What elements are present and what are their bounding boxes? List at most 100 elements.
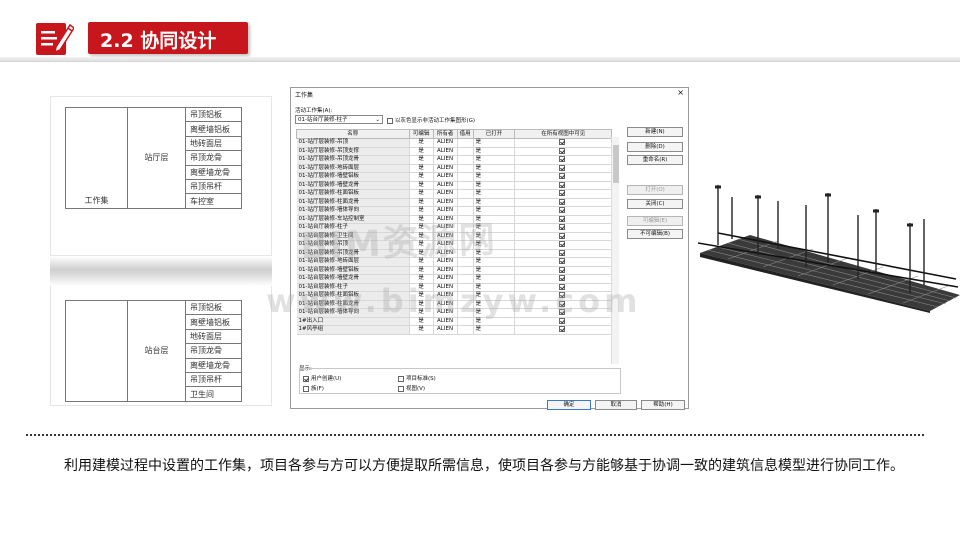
close-workset-button[interactable]: 关闭(C)	[627, 199, 683, 209]
workset-opened-cell[interactable]: 是	[473, 147, 516, 156]
workset-visible-cell[interactable]	[514, 172, 612, 182]
project-standards-checkbox[interactable]	[398, 375, 404, 382]
visible-checkbox[interactable]	[559, 139, 566, 145]
workset-opened-cell[interactable]: 是	[473, 266, 516, 275]
workset-row[interactable]: 01-站厅层装修-吊顶支撑是 ALIEN 是	[296, 147, 612, 156]
workset-row[interactable]: 01-站厅层装修-柱面龙骨是 ALIEN 是	[296, 198, 612, 207]
workset-opened-cell[interactable]: 是	[473, 164, 516, 173]
workset-row[interactable]: 01-站厅层装修-柱面铝板是 ALIEN 是	[296, 189, 612, 199]
workset-visible-cell[interactable]	[514, 155, 612, 165]
col-header-visible[interactable]: 在所有视图中可见	[514, 129, 612, 139]
project-standards-option[interactable]: 项目标准(S)	[398, 374, 436, 382]
visible-checkbox[interactable]	[559, 258, 566, 264]
visible-checkbox[interactable]	[559, 224, 566, 230]
workset-owner-cell[interactable]: ALIEN	[433, 147, 458, 156]
non-editable-button[interactable]: 不可编辑(B)	[627, 229, 683, 239]
workset-owner-cell[interactable]: ALIEN	[433, 164, 458, 173]
views-checkbox[interactable]	[398, 385, 404, 392]
workset-name-cell[interactable]: 01-站厅层装修-吊顶龙骨	[296, 155, 410, 165]
workset-visible-cell[interactable]	[514, 189, 612, 199]
workset-visible-cell[interactable]	[514, 257, 612, 267]
workset-editable-cell[interactable]: 是	[409, 189, 434, 199]
visible-checkbox[interactable]	[559, 241, 566, 247]
workset-name-cell[interactable]: 01-站厅层装修-墙壁铝板	[296, 172, 410, 182]
new-button[interactable]: 新建(N)	[627, 127, 683, 137]
grid-scrollbar[interactable]	[611, 137, 619, 364]
workset-borrowers-cell[interactable]	[457, 181, 474, 190]
visible-checkbox[interactable]	[559, 326, 566, 332]
delete-button[interactable]: 删除(D)	[627, 142, 683, 152]
help-button[interactable]: 帮助(H)	[641, 400, 685, 410]
col-header-name[interactable]: 名称	[296, 129, 410, 139]
visible-checkbox[interactable]	[559, 190, 566, 196]
workset-editable-cell[interactable]: 是	[409, 325, 434, 335]
workset-visible-cell[interactable]	[514, 240, 612, 250]
workset-borrowers-cell[interactable]	[457, 189, 474, 199]
editable-button[interactable]: 可编辑(E)	[627, 216, 683, 226]
workset-name-cell[interactable]: 01-站厅层装修-地砖面层	[296, 164, 410, 173]
workset-visible-cell[interactable]	[514, 215, 612, 224]
workset-name-cell[interactable]: 01-站厅层装修-墙壁龙骨	[296, 181, 410, 190]
workset-owner-cell[interactable]: ALIEN	[433, 138, 458, 148]
workset-name-cell[interactable]: 01-站厅层装修-柱面铝板	[296, 189, 410, 199]
col-header-editable[interactable]: 可编辑	[408, 129, 434, 139]
workset-borrowers-cell[interactable]	[457, 147, 474, 156]
workset-row[interactable]: 01-站厅层装修-吊顶龙骨是 ALIEN 是	[296, 155, 612, 165]
active-workset-select[interactable]: 01-站台厅装修-柱子 ⌄	[295, 115, 383, 124]
col-header-opened[interactable]: 已打开	[472, 129, 516, 139]
visible-checkbox[interactable]	[559, 215, 566, 222]
views-option[interactable]: 视图(V)	[398, 384, 425, 392]
visible-checkbox[interactable]	[559, 275, 566, 281]
workset-visible-cell[interactable]	[514, 266, 612, 275]
visible-checkbox[interactable]	[559, 249, 566, 256]
workset-editable-cell[interactable]: 是	[409, 172, 434, 182]
col-header-borrowers[interactable]: 借用	[456, 129, 474, 139]
workset-row[interactable]: 01-站厅层装修-地砖面层是 ALIEN 是	[296, 164, 612, 173]
workset-opened-cell[interactable]: 是	[473, 198, 516, 207]
workset-owner-cell[interactable]: ALIEN	[433, 181, 458, 190]
visible-checkbox[interactable]	[559, 147, 566, 154]
workset-editable-cell[interactable]: 是	[409, 147, 434, 156]
workset-opened-cell[interactable]: 是	[473, 138, 516, 148]
visible-checkbox[interactable]	[559, 266, 566, 273]
workset-visible-cell[interactable]	[514, 138, 612, 148]
workset-editable-cell[interactable]: 是	[409, 138, 434, 148]
workset-name-cell[interactable]: 01-站厅层装修-吊顶	[296, 138, 410, 148]
workset-visible-cell[interactable]	[514, 164, 612, 173]
workset-editable-cell[interactable]: 是	[409, 155, 434, 165]
workset-borrowers-cell[interactable]	[457, 164, 474, 173]
workset-owner-cell[interactable]: ALIEN	[433, 266, 458, 275]
visible-checkbox[interactable]	[559, 181, 566, 188]
workset-borrowers-cell[interactable]	[457, 138, 474, 148]
workset-visible-cell[interactable]	[514, 249, 612, 258]
workset-editable-cell[interactable]: 是	[409, 164, 434, 173]
workset-owner-cell[interactable]: ALIEN	[433, 172, 458, 182]
ok-button[interactable]: 确定	[547, 400, 591, 410]
workset-owner-cell[interactable]: ALIEN	[433, 198, 458, 207]
workset-visible-cell[interactable]	[514, 223, 612, 233]
workset-row[interactable]: 01-站厅层装修-墙壁龙骨是 ALIEN 是	[296, 181, 612, 190]
workset-name-cell[interactable]: 01-站厅层装修-吊顶支撑	[296, 147, 410, 156]
workset-row[interactable]: 1#风亭组是 ALIEN 是	[296, 325, 612, 335]
workset-borrowers-cell[interactable]	[457, 198, 474, 207]
workset-opened-cell[interactable]: 是	[473, 325, 516, 335]
workset-visible-cell[interactable]	[514, 206, 612, 216]
scrollbar-thumb[interactable]	[613, 145, 619, 183]
visible-checkbox[interactable]	[559, 164, 566, 171]
workset-owner-cell[interactable]: ALIEN	[433, 325, 458, 335]
visible-checkbox[interactable]	[559, 207, 566, 213]
workset-owner-cell[interactable]: ALIEN	[433, 155, 458, 165]
workset-owner-cell[interactable]: ALIEN	[433, 189, 458, 199]
user-created-checkbox[interactable]	[303, 375, 309, 382]
workset-visible-cell[interactable]	[514, 198, 612, 207]
gray-inactive-option[interactable]: 以灰色显示非活动工作集图形(G)	[387, 116, 475, 124]
workset-borrowers-cell[interactable]	[457, 155, 474, 165]
rename-button[interactable]: 重命名(R)	[627, 155, 683, 165]
workset-name-cell[interactable]: 1#风亭组	[296, 325, 410, 335]
workset-editable-cell[interactable]: 是	[409, 266, 434, 275]
workset-row[interactable]: 01-站厅层装修-墙壁铝板是 ALIEN 是	[296, 172, 612, 182]
workset-borrowers-cell[interactable]	[457, 172, 474, 182]
workset-opened-cell[interactable]: 是	[473, 189, 516, 199]
workset-visible-cell[interactable]	[514, 181, 612, 190]
gray-inactive-checkbox[interactable]	[387, 117, 393, 124]
